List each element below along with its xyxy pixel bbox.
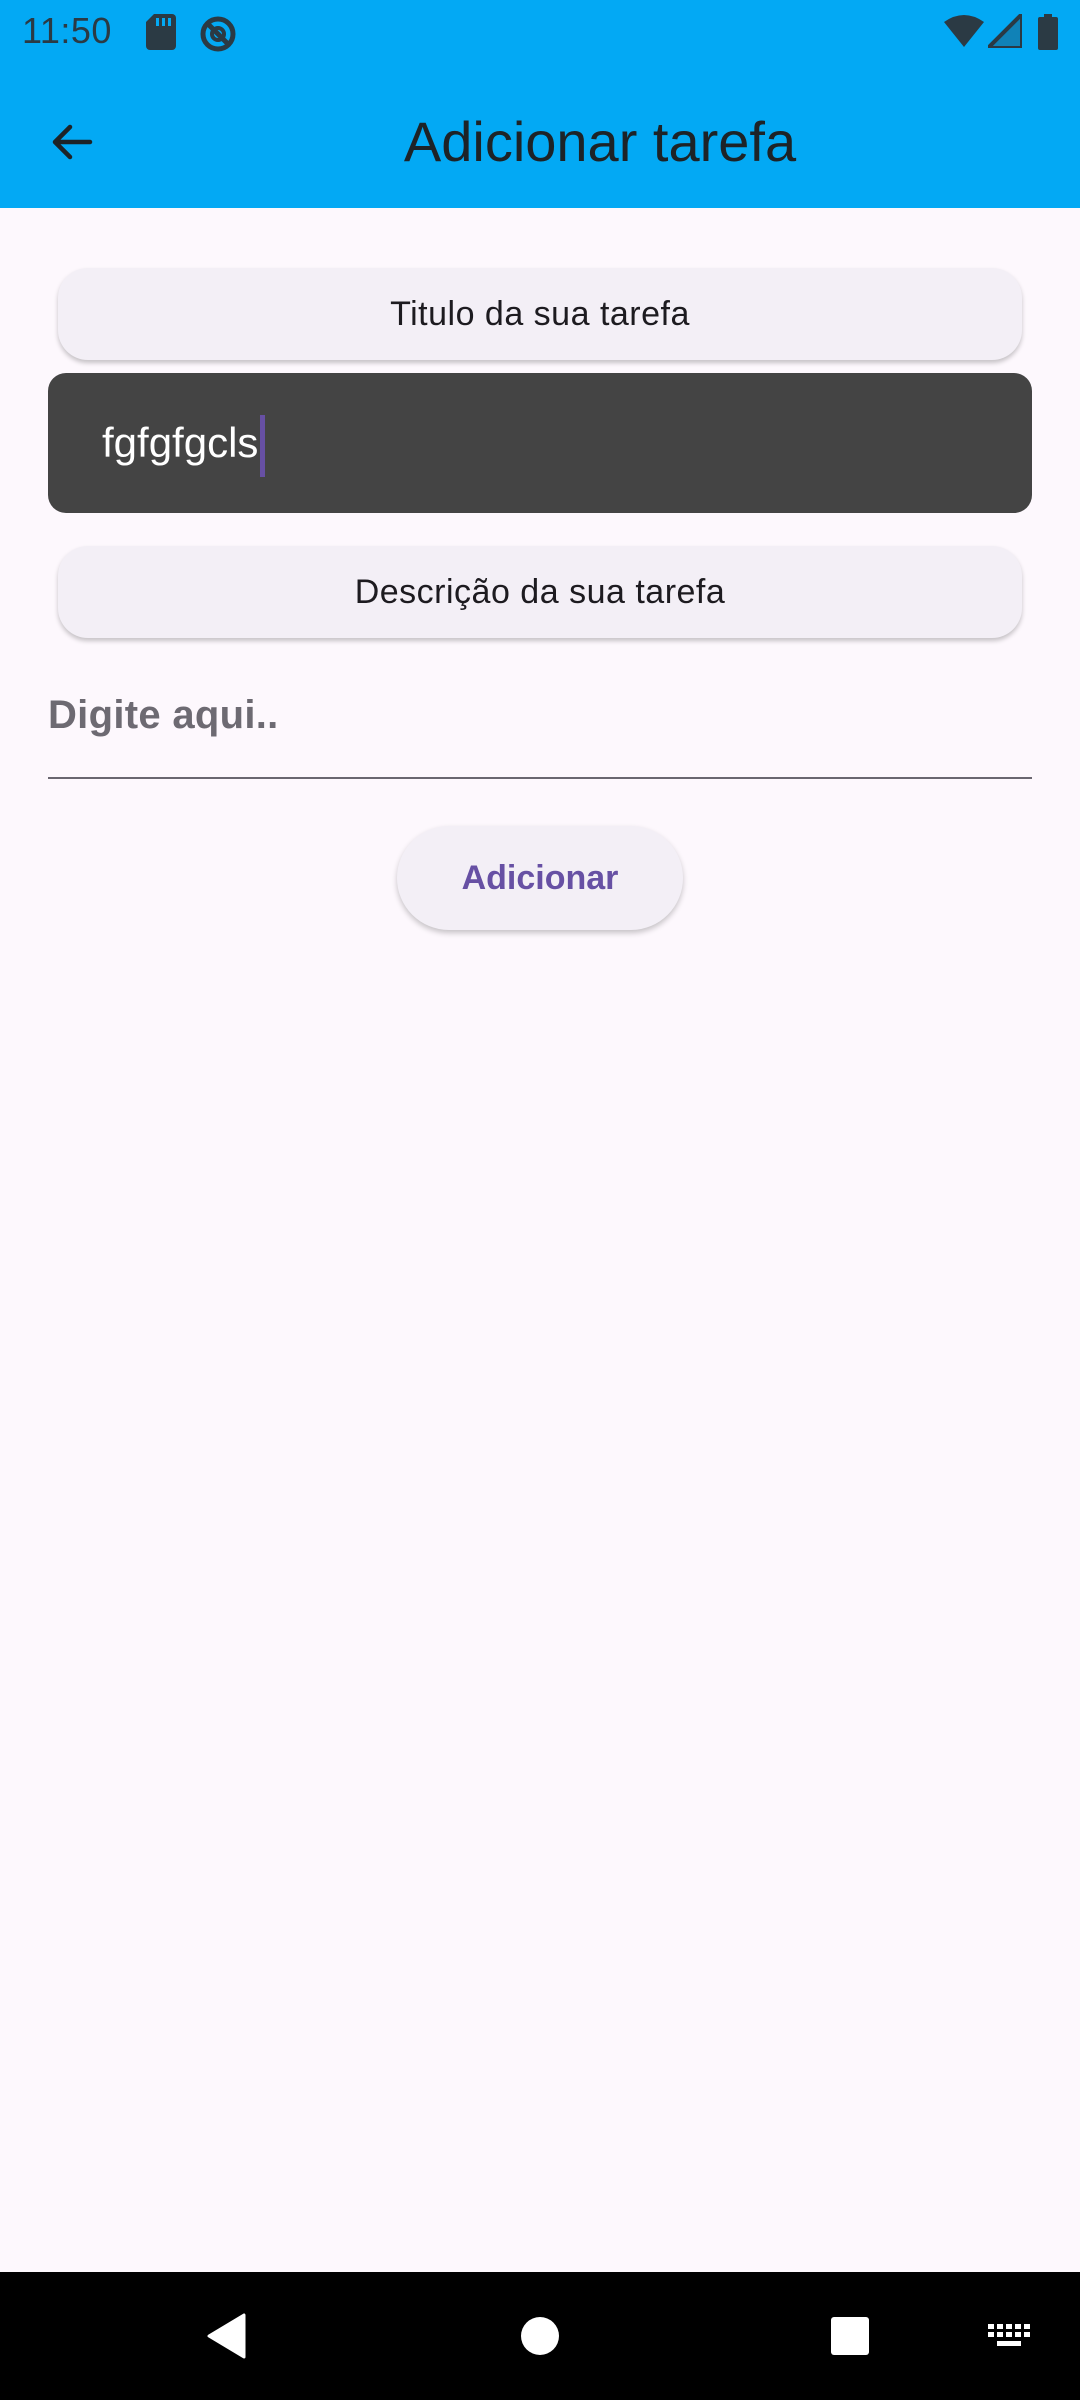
back-button[interactable]: [30, 100, 114, 184]
text-cursor: [260, 414, 266, 477]
keyboard-icon: [988, 2324, 1030, 2346]
recents-square-icon: [831, 2317, 869, 2355]
status-time: 11:50: [22, 10, 112, 51]
nav-back-button[interactable]: [190, 2272, 262, 2400]
title-label-button[interactable]: Titulo da sua tarefa: [58, 268, 1022, 360]
back-triangle-icon: [207, 2313, 246, 2359]
title-input-value: fgfgfgcls: [102, 413, 266, 477]
wifi-icon: [944, 15, 984, 47]
status-bar: 11:50: [0, 0, 1080, 64]
title-input[interactable]: fgfgfgcls: [48, 373, 1032, 513]
title-input-text: fgfgfgcls: [102, 419, 259, 466]
description-label-button[interactable]: Descrição da sua tarefa: [58, 546, 1022, 638]
add-button[interactable]: Adicionar: [397, 826, 683, 930]
signal-icon: [988, 14, 1022, 48]
description-input[interactable]: Digite aqui..: [48, 673, 1032, 779]
nav-recents-button[interactable]: [810, 2272, 890, 2400]
home-circle-icon: [521, 2317, 559, 2355]
top-bar: 11:50 Adicionar tarefa: [0, 0, 1080, 208]
description-placeholder: Digite aqui..: [48, 693, 279, 737]
app-bar: Adicionar tarefa: [0, 64, 1080, 208]
nav-home-button[interactable]: [500, 2272, 580, 2400]
sd-card-icon: [146, 14, 176, 50]
data-saver-icon: [200, 16, 236, 52]
navigation-bar: [0, 2272, 1080, 2400]
nav-keyboard-button[interactable]: [980, 2272, 1040, 2400]
battery-icon: [1038, 14, 1058, 50]
page-title: Adicionar tarefa: [403, 110, 797, 173]
arrow-left-icon: [52, 124, 93, 160]
screen: 11:50 Adicionar tarefa Titulo da sua tar…: [0, 0, 1080, 2400]
